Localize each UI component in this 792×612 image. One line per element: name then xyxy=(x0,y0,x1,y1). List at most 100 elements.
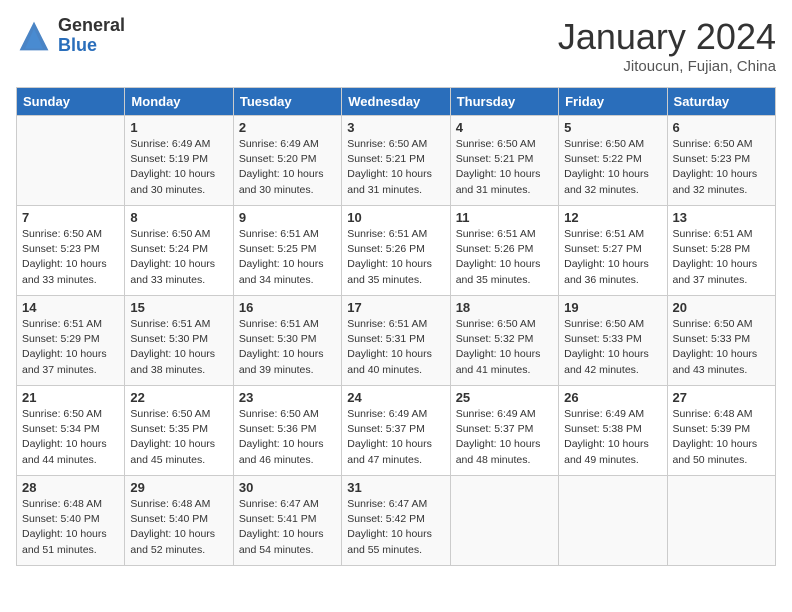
calendar-cell: 19Sunrise: 6:50 AMSunset: 5:33 PMDayligh… xyxy=(559,296,667,386)
day-info: Sunrise: 6:50 AMSunset: 5:35 PMDaylight:… xyxy=(130,407,227,468)
day-info: Sunrise: 6:49 AMSunset: 5:38 PMDaylight:… xyxy=(564,407,661,468)
week-row-5: 28Sunrise: 6:48 AMSunset: 5:40 PMDayligh… xyxy=(17,476,776,566)
days-header-row: SundayMondayTuesdayWednesdayThursdayFrid… xyxy=(17,88,776,116)
day-info: Sunrise: 6:50 AMSunset: 5:21 PMDaylight:… xyxy=(347,137,444,198)
day-number: 7 xyxy=(22,210,119,225)
calendar-cell: 16 Sunrise: 6:51 AMSunset: 5:30 PMDayligh… xyxy=(233,296,341,386)
week-row-3: 14Sunrise: 6:51 AMSunset: 5:29 PMDayligh… xyxy=(17,296,776,386)
logo-blue: Blue xyxy=(58,36,125,56)
day-info: Sunrise: 6:50 AMSunset: 5:22 PMDaylight:… xyxy=(564,137,661,198)
day-number: 12 xyxy=(564,210,661,225)
day-info: Sunrise: 6:51 AMSunset: 5:27 PMDaylight:… xyxy=(564,227,661,288)
calendar-cell: 11 Sunrise: 6:51 AMSunset: 5:26 PMDayligh… xyxy=(450,206,558,296)
day-info: Sunrise: 6:51 AMSunset: 5:26 PMDaylight:… xyxy=(347,227,444,288)
week-row-4: 21Sunrise: 6:50 AMSunset: 5:34 PMDayligh… xyxy=(17,386,776,476)
calendar-cell: 6Sunrise: 6:50 AMSunset: 5:23 PMDaylight… xyxy=(667,116,775,206)
calendar-cell: 27 Sunrise: 6:48 AMSunset: 5:39 PMDayligh… xyxy=(667,386,775,476)
day-info: Sunrise: 6:50 AMSunset: 5:23 PMDaylight:… xyxy=(22,227,119,288)
day-number: 8 xyxy=(130,210,227,225)
day-number: 6 xyxy=(673,120,770,135)
day-number: 31 xyxy=(347,480,444,495)
page-header: General Blue January 2024 Jitoucun, Fuji… xyxy=(16,16,776,75)
logo-icon xyxy=(16,18,52,54)
calendar-cell xyxy=(17,116,125,206)
calendar-cell: 3 Sunrise: 6:50 AMSunset: 5:21 PMDaylight… xyxy=(342,116,450,206)
calendar-cell: 24 Sunrise: 6:49 AMSunset: 5:37 PMDayligh… xyxy=(342,386,450,476)
calendar-cell: 31 Sunrise: 6:47 AMSunset: 5:42 PMDayligh… xyxy=(342,476,450,566)
title-block: January 2024 Jitoucun, Fujian, China xyxy=(558,16,776,75)
calendar-cell: 29Sunrise: 6:48 AMSunset: 5:40 PMDayligh… xyxy=(125,476,233,566)
header-tuesday: Tuesday xyxy=(233,88,341,116)
calendar-cell xyxy=(450,476,558,566)
header-wednesday: Wednesday xyxy=(342,88,450,116)
calendar-cell: 17 Sunrise: 6:51 AMSunset: 5:31 PMDayligh… xyxy=(342,296,450,386)
calendar-cell xyxy=(559,476,667,566)
day-number: 24 xyxy=(347,390,444,405)
calendar-cell: 7 Sunrise: 6:50 AMSunset: 5:23 PMDaylight… xyxy=(17,206,125,296)
day-info: Sunrise: 6:48 AMSunset: 5:39 PMDaylight:… xyxy=(673,407,770,468)
day-info: Sunrise: 6:51 AMSunset: 5:25 PMDaylight:… xyxy=(239,227,336,288)
day-number: 20 xyxy=(673,300,770,315)
day-info: Sunrise: 6:50 AMSunset: 5:21 PMDaylight:… xyxy=(456,137,553,198)
day-info: Sunrise: 6:50 AMSunset: 5:32 PMDaylight:… xyxy=(456,317,553,378)
day-number: 23 xyxy=(239,390,336,405)
calendar-cell: 8 Sunrise: 6:50 AMSunset: 5:24 PMDaylight… xyxy=(125,206,233,296)
day-number: 14 xyxy=(22,300,119,315)
day-info: Sunrise: 6:50 AMSunset: 5:24 PMDaylight:… xyxy=(130,227,227,288)
calendar-cell: 12 Sunrise: 6:51 AMSunset: 5:27 PMDayligh… xyxy=(559,206,667,296)
header-saturday: Saturday xyxy=(667,88,775,116)
day-info: Sunrise: 6:47 AMSunset: 5:41 PMDaylight:… xyxy=(239,497,336,558)
week-row-2: 7 Sunrise: 6:50 AMSunset: 5:23 PMDaylight… xyxy=(17,206,776,296)
day-info: Sunrise: 6:49 AMSunset: 5:20 PMDaylight:… xyxy=(239,137,336,198)
day-info: Sunrise: 6:48 AMSunset: 5:40 PMDaylight:… xyxy=(22,497,119,558)
week-row-1: 1Sunrise: 6:49 AMSunset: 5:19 PMDaylight… xyxy=(17,116,776,206)
day-info: Sunrise: 6:51 AMSunset: 5:28 PMDaylight:… xyxy=(673,227,770,288)
day-number: 5 xyxy=(564,120,661,135)
day-info: Sunrise: 6:51 AMSunset: 5:31 PMDaylight:… xyxy=(347,317,444,378)
day-info: Sunrise: 6:49 AMSunset: 5:37 PMDaylight:… xyxy=(456,407,553,468)
day-number: 22 xyxy=(130,390,227,405)
calendar-cell: 1Sunrise: 6:49 AMSunset: 5:19 PMDaylight… xyxy=(125,116,233,206)
calendar-cell: 14Sunrise: 6:51 AMSunset: 5:29 PMDayligh… xyxy=(17,296,125,386)
day-info: Sunrise: 6:49 AMSunset: 5:37 PMDaylight:… xyxy=(347,407,444,468)
header-thursday: Thursday xyxy=(450,88,558,116)
logo-general: General xyxy=(58,16,125,36)
day-number: 4 xyxy=(456,120,553,135)
day-number: 17 xyxy=(347,300,444,315)
day-number: 27 xyxy=(673,390,770,405)
day-info: Sunrise: 6:50 AMSunset: 5:36 PMDaylight:… xyxy=(239,407,336,468)
day-number: 30 xyxy=(239,480,336,495)
location-subtitle: Jitoucun, Fujian, China xyxy=(558,58,776,75)
day-number: 26 xyxy=(564,390,661,405)
calendar-cell: 30 Sunrise: 6:47 AMSunset: 5:41 PMDayligh… xyxy=(233,476,341,566)
day-number: 1 xyxy=(130,120,227,135)
calendar-cell: 13 Sunrise: 6:51 AMSunset: 5:28 PMDayligh… xyxy=(667,206,775,296)
day-number: 10 xyxy=(347,210,444,225)
day-number: 15 xyxy=(130,300,227,315)
calendar-cell xyxy=(667,476,775,566)
day-info: Sunrise: 6:50 AMSunset: 5:34 PMDaylight:… xyxy=(22,407,119,468)
calendar-cell: 10 Sunrise: 6:51 AMSunset: 5:26 PMDayligh… xyxy=(342,206,450,296)
calendar-cell: 21Sunrise: 6:50 AMSunset: 5:34 PMDayligh… xyxy=(17,386,125,476)
calendar-cell: 18Sunrise: 6:50 AMSunset: 5:32 PMDayligh… xyxy=(450,296,558,386)
calendar-cell: 22 Sunrise: 6:50 AMSunset: 5:35 PMDayligh… xyxy=(125,386,233,476)
day-number: 11 xyxy=(456,210,553,225)
calendar-table: SundayMondayTuesdayWednesdayThursdayFrid… xyxy=(16,87,776,566)
day-info: Sunrise: 6:51 AMSunset: 5:26 PMDaylight:… xyxy=(456,227,553,288)
calendar-cell: 9 Sunrise: 6:51 AMSunset: 5:25 PMDaylight… xyxy=(233,206,341,296)
day-info: Sunrise: 6:51 AMSunset: 5:30 PMDaylight:… xyxy=(239,317,336,378)
logo: General Blue xyxy=(16,16,125,56)
day-info: Sunrise: 6:51 AMSunset: 5:30 PMDaylight:… xyxy=(130,317,227,378)
day-number: 16 xyxy=(239,300,336,315)
calendar-cell: 15 Sunrise: 6:51 AMSunset: 5:30 PMDayligh… xyxy=(125,296,233,386)
header-friday: Friday xyxy=(559,88,667,116)
day-number: 3 xyxy=(347,120,444,135)
day-info: Sunrise: 6:50 AMSunset: 5:33 PMDaylight:… xyxy=(673,317,770,378)
month-title: January 2024 xyxy=(558,16,776,58)
day-number: 9 xyxy=(239,210,336,225)
day-info: Sunrise: 6:48 AMSunset: 5:40 PMDaylight:… xyxy=(130,497,227,558)
calendar-cell: 26 Sunrise: 6:49 AMSunset: 5:38 PMDayligh… xyxy=(559,386,667,476)
calendar-cell: 25Sunrise: 6:49 AMSunset: 5:37 PMDayligh… xyxy=(450,386,558,476)
day-number: 13 xyxy=(673,210,770,225)
day-info: Sunrise: 6:47 AMSunset: 5:42 PMDaylight:… xyxy=(347,497,444,558)
